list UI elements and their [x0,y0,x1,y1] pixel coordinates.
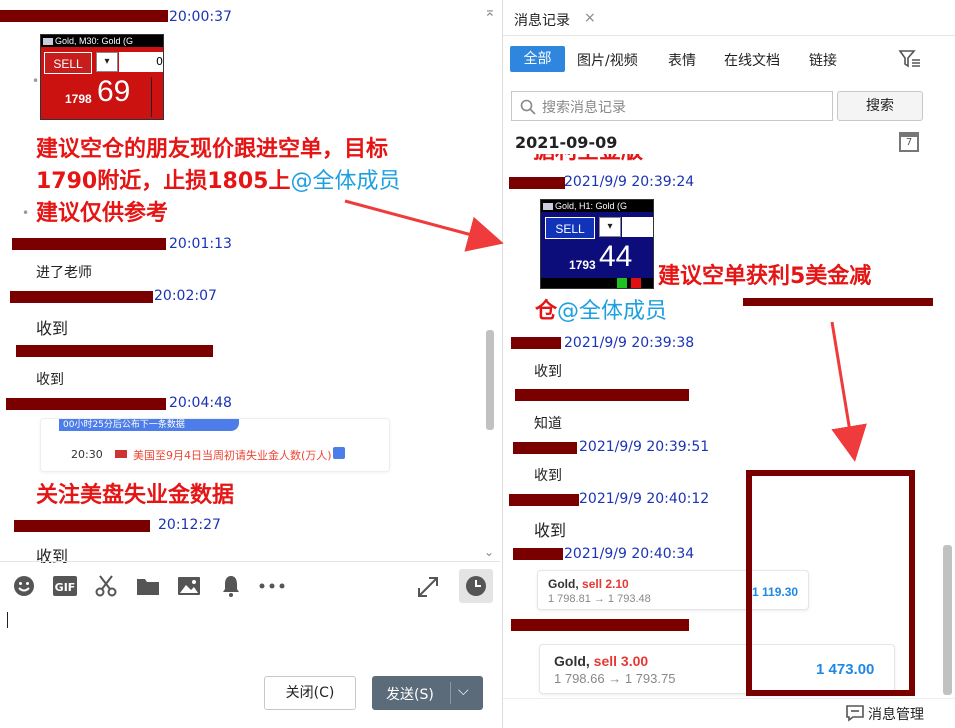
arrow-to-history [344,199,504,252]
arrow-to-profit [830,321,867,462]
arrow-overlay [344,199,867,462]
